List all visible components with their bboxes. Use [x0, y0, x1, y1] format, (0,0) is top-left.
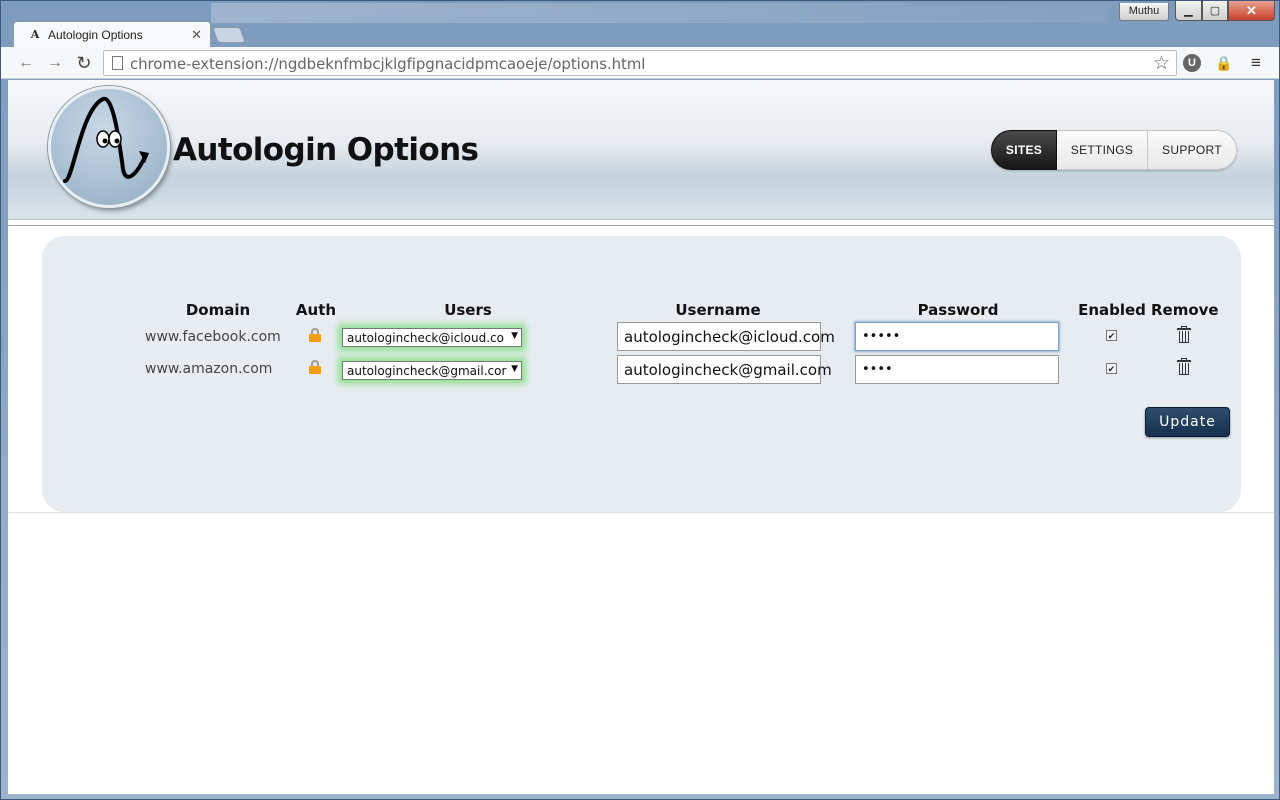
password-field[interactable]: •••• — [855, 355, 1059, 384]
window-controls: ▁ ▢ ✕ — [1175, 1, 1275, 21]
close-window-icon[interactable]: ✕ — [1228, 1, 1275, 21]
user-select[interactable]: autologincheck@gmail.cor ▼ — [342, 361, 522, 380]
forward-arrow-icon[interactable]: → — [44, 53, 66, 73]
divider — [8, 225, 1274, 226]
column-header-password: Password — [917, 301, 999, 319]
bookmark-star-icon[interactable]: ☆ — [1153, 52, 1170, 75]
menu-icon[interactable]: ≡ — [1246, 53, 1266, 73]
tab-autologin-options[interactable]: A Autologin Options ✕ — [13, 21, 211, 47]
enabled-checkbox[interactable]: ✔ — [1106, 330, 1117, 341]
column-header-remove: Remove — [1151, 301, 1219, 319]
page-title: Autologin Options — [173, 132, 479, 168]
tab-title: Autologin Options — [48, 27, 143, 42]
username-field[interactable]: autologincheck@gmail.com — [617, 355, 832, 384]
column-header-domain: Domain — [185, 301, 251, 319]
maximize-icon[interactable]: ▢ — [1202, 1, 1228, 21]
lock-icon — [309, 328, 321, 342]
logo-graphic — [63, 96, 149, 183]
reload-icon[interactable]: ↻ — [73, 53, 95, 73]
back-arrow-icon[interactable]: ← — [15, 53, 37, 73]
page-header: Autologin Options SITES SETTINGS SUPPORT — [8, 80, 1274, 220]
browser-toolbar: ← → ↻ chrome-extension://ngdbeknfmbcjklg… — [1, 47, 1279, 79]
column-header-enabled: Enabled — [1078, 301, 1146, 319]
dropdown-arrow-icon: ▼ — [509, 364, 518, 374]
user-select-value: autologincheck@icloud.co — [347, 331, 504, 345]
password-field[interactable]: ••••• — [855, 322, 1059, 351]
address-bar[interactable]: chrome-extension://ngdbeknfmbcjklgfipgna… — [103, 50, 1177, 76]
column-header-users: Users — [444, 301, 492, 319]
trash-icon[interactable] — [1177, 326, 1191, 343]
profile-button[interactable]: Muthu — [1119, 3, 1169, 21]
column-header-username: Username — [675, 301, 761, 319]
row-domain: www.facebook.com — [145, 329, 281, 345]
title-bar: Muthu ▁ ▢ ✕ A Autologin Options ✕ — [1, 1, 1279, 47]
tab-sites[interactable]: SITES — [991, 130, 1057, 170]
username-field[interactable]: autologincheck@icloud.com — [617, 322, 835, 351]
user-select[interactable]: autologincheck@icloud.co ▼ — [342, 328, 522, 347]
options-page: Autologin Options SITES SETTINGS SUPPORT… — [8, 80, 1274, 794]
extension-u-icon[interactable]: U — [1183, 54, 1201, 72]
url-text: chrome-extension://ngdbeknfmbcjklgfipgna… — [130, 55, 646, 73]
update-button[interactable]: Update — [1145, 407, 1230, 437]
lock-extension-icon[interactable]: 🔒 — [1214, 53, 1234, 73]
user-select-value: autologincheck@gmail.cor — [347, 364, 507, 378]
autologin-logo — [48, 86, 170, 208]
top-nav: SITES SETTINGS SUPPORT — [991, 130, 1237, 170]
autologin-favicon-icon: A — [30, 27, 40, 41]
trash-icon[interactable] — [1177, 358, 1191, 375]
tab-close-icon[interactable]: ✕ — [191, 27, 202, 43]
page-icon — [112, 56, 123, 70]
lock-icon — [309, 360, 321, 374]
browser-window: Muthu ▁ ▢ ✕ A Autologin Options ✕ ← → ↻ … — [0, 0, 1280, 800]
column-header-auth: Auth — [295, 301, 337, 319]
new-tab-button[interactable] — [212, 27, 246, 43]
divider — [8, 512, 1274, 513]
row-domain: www.amazon.com — [145, 361, 273, 377]
tab-support[interactable]: SUPPORT — [1148, 130, 1237, 170]
minimize-icon[interactable]: ▁ — [1175, 1, 1202, 21]
dropdown-arrow-icon: ▼ — [509, 331, 518, 341]
tab-settings[interactable]: SETTINGS — [1057, 130, 1148, 170]
enabled-checkbox[interactable]: ✔ — [1106, 363, 1117, 374]
